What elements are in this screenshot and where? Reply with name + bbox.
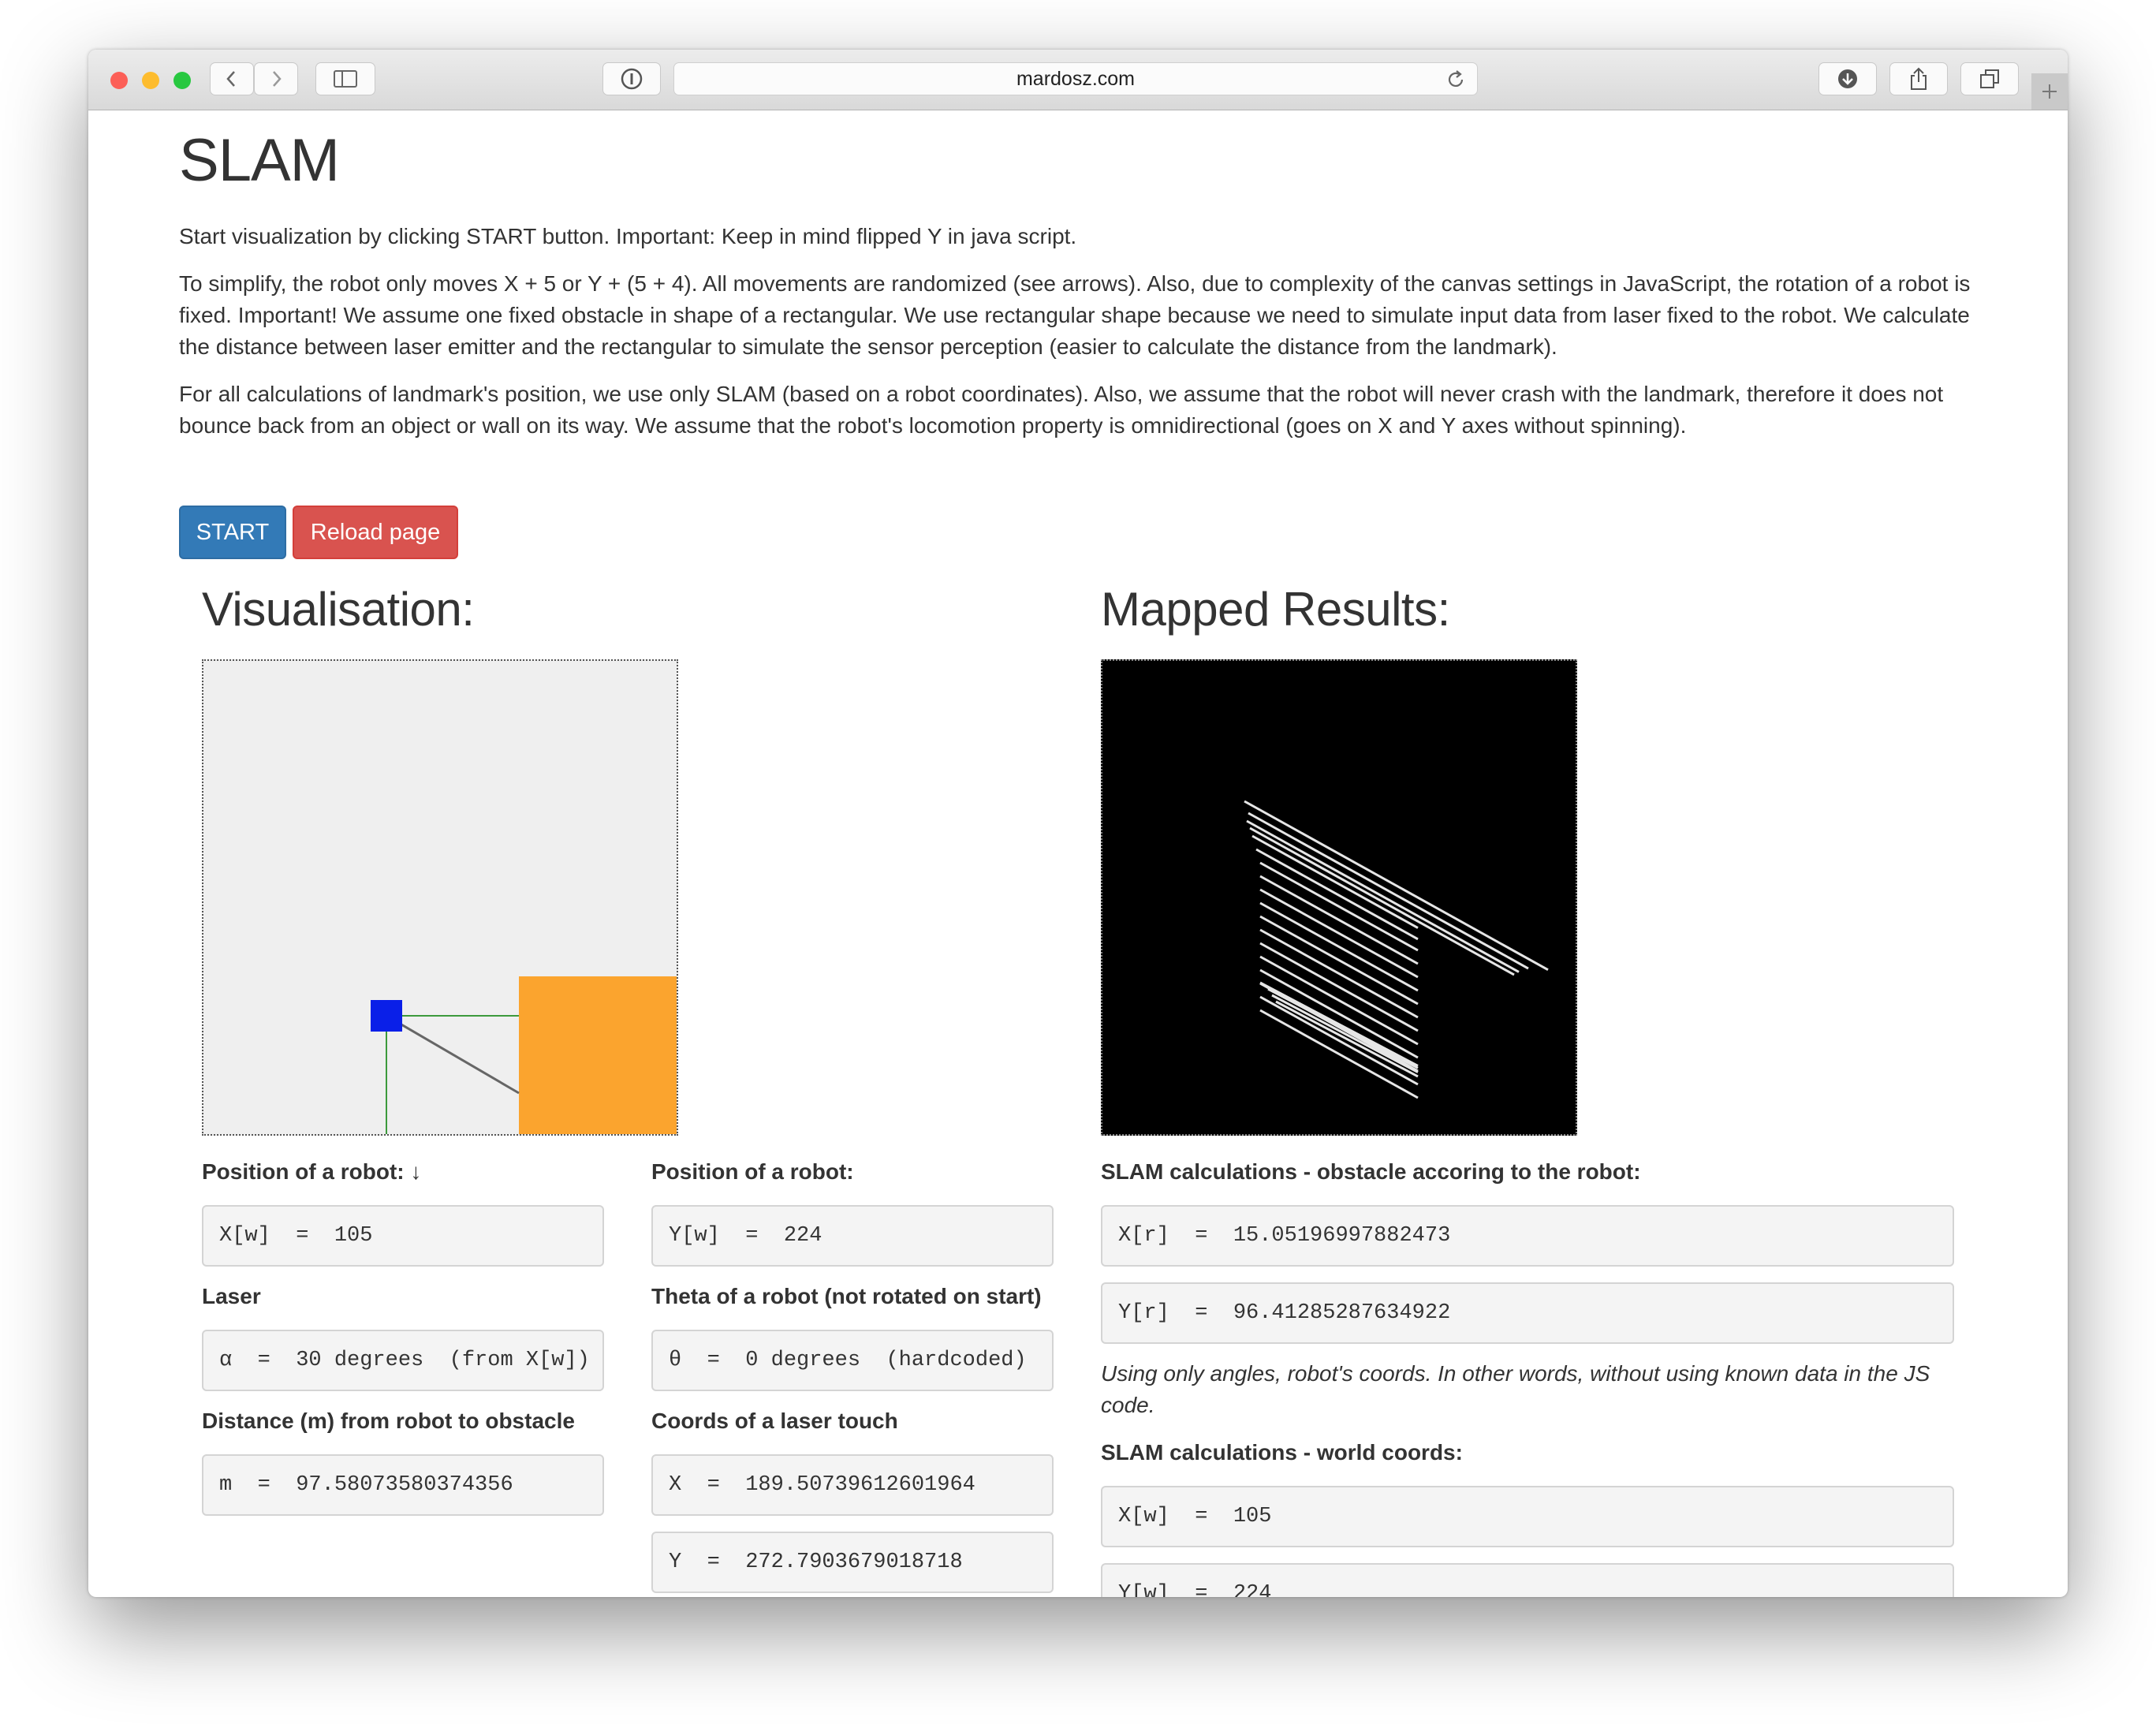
theta-field: θ = 0 degrees (hardcoded) (651, 1330, 1054, 1391)
intro-text: Start visualization by clicking START bu… (179, 224, 1077, 248)
privacy-report-button[interactable] (602, 62, 661, 95)
zoom-window-button[interactable] (173, 72, 191, 89)
url-text: mardosz.com (1016, 68, 1136, 90)
download-icon (1838, 69, 1857, 88)
slam-world-label: SLAM calculations - world coords: (1101, 1440, 1463, 1465)
share-icon (1911, 67, 1927, 90)
mapped-trail-line (1259, 861, 1419, 952)
page-title: SLAM (179, 127, 340, 194)
visualisation-canvas (202, 659, 678, 1136)
browser-toolbar: mardosz.com (88, 50, 2068, 110)
new-tab-button[interactable] (2031, 73, 2068, 110)
minimize-window-button[interactable] (142, 72, 159, 89)
slam-robot-y-field: Y[r] = 96.41285287634922 (1101, 1282, 1954, 1344)
visualisation-title: Visualisation: (202, 583, 475, 636)
mapped-trail-line (1251, 834, 1419, 929)
description-paragraph: To simplify, the robot only moves X + 5 … (179, 271, 1971, 359)
mapped-results-canvas (1101, 659, 1577, 1136)
downloads-button[interactable] (1818, 62, 1877, 95)
theta-label: Theta of a robot (not rotated on start) (651, 1284, 1042, 1308)
mapped-trail-line (1259, 928, 1419, 1019)
laser-angle-field: α = 30 degrees (from X[w]) (202, 1330, 604, 1391)
mapped-trail-line (1244, 800, 1549, 971)
mapped-trail-line (1259, 915, 1419, 1006)
mapped-trail-line (1248, 812, 1529, 970)
sidebar-icon (334, 70, 357, 88)
chevron-left-icon (226, 71, 235, 87)
position-x-field: X[w] = 105 (202, 1205, 604, 1267)
position-x-label: Position of a robot: ↓ (202, 1159, 422, 1184)
start-button[interactable]: START (179, 506, 286, 559)
shield-info-icon (621, 68, 643, 90)
position-y-label: Position of a robot: (651, 1159, 854, 1184)
laser-touch-label: Coords of a laser touch (651, 1409, 898, 1433)
assumptions-paragraph: For all calculations of landmark's posit… (179, 382, 1944, 438)
laser-touch-x-field: X = 189.50739612601964 (651, 1454, 1054, 1516)
position-y-field: Y[w] = 224 (651, 1205, 1054, 1267)
laser-label: Laser (202, 1284, 261, 1308)
mapped-trail-line (1259, 901, 1419, 992)
slam-robot-x-field: X[r] = 15.05196997882473 (1101, 1205, 1954, 1267)
back-button[interactable] (210, 62, 254, 95)
sidebar-button[interactable] (315, 62, 375, 95)
mapped-trail-line (1259, 995, 1419, 1086)
plus-icon (2042, 84, 2057, 99)
browser-window: mardosz.com SLAM Start visualization by … (88, 50, 2068, 1597)
distance-label: Distance (m) from robot to obstacle (202, 1409, 575, 1433)
close-window-button[interactable] (110, 72, 128, 89)
slam-robot-label: SLAM calculations - obstacle accoring to… (1101, 1159, 1641, 1184)
laser-beam-line (386, 1014, 520, 1095)
mapped-trail-line (1259, 942, 1419, 1032)
slam-world-y-field: Y[w] = 224 (1101, 1563, 1954, 1597)
reload-icon[interactable] (1445, 69, 1466, 90)
mapped-results-title: Mapped Results: (1101, 583, 1450, 636)
tabs-overview-button[interactable] (1960, 62, 2019, 95)
mapped-trail-line (1246, 819, 1520, 973)
distance-field: m = 97.58073580374356 (202, 1454, 604, 1516)
share-button[interactable] (1889, 62, 1948, 95)
forward-button[interactable] (254, 62, 298, 95)
obstacle-rectangle (519, 976, 677, 1134)
laser-touch-y-field: Y = 272.7903679018718 (651, 1532, 1054, 1593)
chevron-right-icon (273, 71, 282, 87)
mapped-trail-line (1271, 994, 1419, 1073)
address-bar[interactable]: mardosz.com (673, 62, 1478, 95)
mapped-trail-line (1275, 1000, 1419, 1078)
mapped-trail-line (1259, 968, 1419, 1059)
tabs-icon (1980, 69, 1999, 88)
page-content: SLAM Start visualization by clicking STA… (88, 110, 2068, 1597)
mapped-trail-line (1259, 875, 1419, 965)
reload-page-button[interactable]: Reload page (293, 506, 458, 559)
mapped-trail-line (1249, 827, 1515, 976)
robot-square (371, 1000, 402, 1032)
slam-note: Using only angles, robot's coords. In ot… (1101, 1361, 1930, 1417)
slam-world-x-field: X[w] = 105 (1101, 1486, 1954, 1547)
